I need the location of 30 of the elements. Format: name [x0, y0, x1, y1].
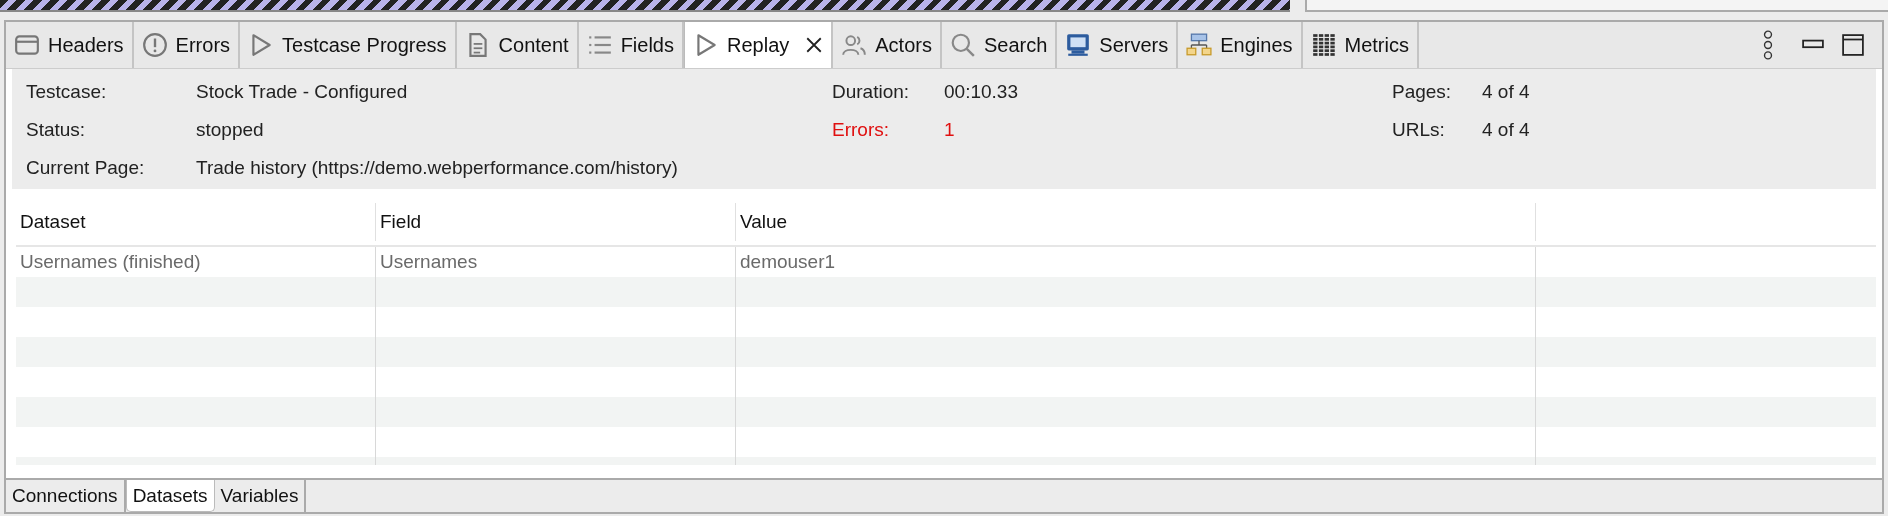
- field-label: URLs:: [1392, 119, 1446, 141]
- field-label: Status:: [26, 119, 87, 141]
- field-label: Testcase:: [26, 81, 108, 103]
- field-value: 4 of 4: [1482, 81, 1530, 103]
- column-header[interactable]: Value: [736, 203, 1536, 241]
- sub-tab[interactable]: Variables: [214, 480, 307, 512]
- field-value: Trade history (https://demo.webperformance.com/history): [196, 157, 678, 179]
- more-options-icon[interactable]: [1762, 30, 1774, 60]
- field-value: Stock Trade - Configured: [196, 81, 408, 103]
- field-value: 1: [944, 119, 955, 141]
- field-value: 4 of 4: [1482, 119, 1530, 141]
- grid-icon: [1310, 32, 1337, 58]
- close-icon[interactable]: [805, 36, 824, 54]
- field-value: 00:10.33: [944, 81, 1018, 103]
- maximize-icon[interactable]: [1842, 34, 1864, 56]
- column-header[interactable]: Field: [376, 203, 736, 241]
- field-value: stopped: [196, 119, 264, 141]
- field-label: Pages:: [1392, 81, 1453, 103]
- search-icon: [949, 32, 976, 58]
- window-icon: [14, 32, 40, 58]
- field-label: Current Page:: [26, 157, 146, 179]
- field-label: Duration:: [832, 81, 911, 103]
- field-label: Errors:: [832, 119, 890, 141]
- column-header[interactable]: Dataset: [16, 203, 376, 241]
- view-tab[interactable]: Replay: [684, 22, 834, 68]
- sub-tab[interactable]: Datasets: [125, 480, 215, 512]
- hierarchy-icon: [1186, 32, 1213, 58]
- people-icon: [841, 32, 868, 58]
- warning-icon: [141, 32, 168, 58]
- monitor-icon: [1065, 32, 1092, 58]
